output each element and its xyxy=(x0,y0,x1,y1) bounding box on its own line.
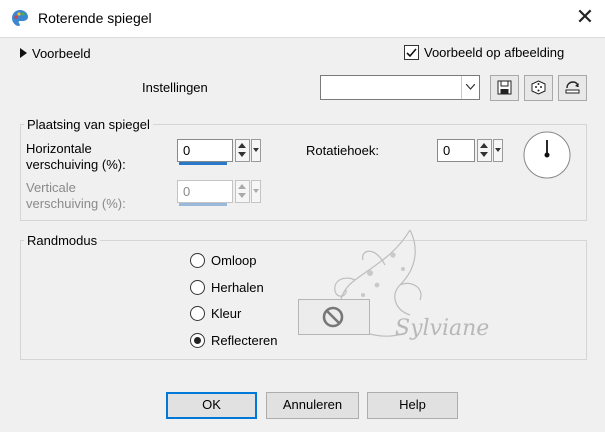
arrow-up-icon xyxy=(238,184,246,189)
paint-palette-icon xyxy=(12,10,28,26)
arrow-down-icon[interactable] xyxy=(238,152,246,157)
edge-option-reflect[interactable]: Reflecteren xyxy=(190,332,300,350)
edge-option-wrap[interactable]: Omloop xyxy=(190,252,300,270)
signature-watermark: Sylviane xyxy=(334,229,489,341)
radio-reflect[interactable] xyxy=(190,333,205,348)
checkbox-box[interactable] xyxy=(404,45,419,60)
horizontal-offset-label-line1: Horizontale xyxy=(26,141,92,156)
radio-wrap-label: Omloop xyxy=(211,253,257,268)
save-preset-icon xyxy=(497,80,512,95)
radio-wrap[interactable] xyxy=(190,253,205,268)
ok-button[interactable]: OK xyxy=(166,392,257,419)
preview-label: Voorbeeld xyxy=(32,46,91,61)
vertical-offset-label-line2: verschuiving (%): xyxy=(26,196,126,211)
vertical-offset-input: 0 xyxy=(177,180,233,203)
arrow-up-icon[interactable] xyxy=(238,143,246,148)
vertical-offset-control: 0 xyxy=(177,180,267,206)
radio-reflect-label: Reflecteren xyxy=(211,333,278,348)
vertical-offset-value: 0 xyxy=(183,184,191,199)
cancel-button[interactable]: Annuleren xyxy=(266,392,359,419)
arrow-up-icon[interactable] xyxy=(480,143,488,148)
horizontal-offset-input[interactable]: 0 xyxy=(177,139,233,162)
reset-button[interactable] xyxy=(558,75,587,101)
rotation-angle-stepper[interactable] xyxy=(477,139,492,162)
radio-repeat-label: Herhalen xyxy=(211,280,264,295)
chevron-down-icon[interactable] xyxy=(461,76,479,99)
randomize-dice-icon xyxy=(531,80,546,95)
vertical-offset-label-line1: Verticale xyxy=(26,180,76,195)
reset-icon xyxy=(565,81,580,94)
edge-option-color[interactable]: Kleur xyxy=(190,305,290,323)
caret-down-icon xyxy=(495,148,501,152)
rotation-dial[interactable] xyxy=(522,130,572,180)
no-color-icon xyxy=(322,306,344,328)
horizontal-offset-stepper[interactable] xyxy=(235,139,250,162)
edge-option-repeat[interactable]: Herhalen xyxy=(190,279,300,297)
radio-color[interactable] xyxy=(190,306,205,321)
edge-mode-group-title: Randmodus xyxy=(24,233,101,248)
rotation-angle-input[interactable]: 0 xyxy=(437,139,475,162)
settings-label: Instellingen xyxy=(142,80,208,95)
caret-down-icon xyxy=(253,189,259,193)
vertical-offset-dropdown xyxy=(251,180,261,203)
show-on-image-label: Voorbeeld op afbeelding xyxy=(424,45,565,60)
randomize-button[interactable] xyxy=(524,75,553,101)
horizontal-offset-value: 0 xyxy=(183,143,191,158)
caret-down-icon xyxy=(253,148,259,152)
placement-group-title: Plaatsing van spiegel xyxy=(24,117,153,132)
horizontal-offset-slider[interactable] xyxy=(179,162,227,165)
title-bar: Roterende spiegel ✕ xyxy=(0,0,605,38)
show-on-image-checkbox[interactable]: Voorbeeld op afbeelding xyxy=(404,44,594,62)
signature-text: Sylviane xyxy=(395,316,489,341)
preview-toggle[interactable]: Voorbeeld xyxy=(20,45,120,63)
rotation-angle-label: Rotatiehoek: xyxy=(306,143,379,158)
check-icon xyxy=(406,48,417,58)
horizontal-offset-label-line2: verschuiving (%): xyxy=(26,157,126,172)
rotation-angle-control: 0 xyxy=(437,139,507,162)
rotation-angle-value: 0 xyxy=(443,143,451,158)
preset-select[interactable] xyxy=(320,75,480,100)
save-preset-button[interactable] xyxy=(490,75,519,101)
triangle-right-icon xyxy=(20,48,27,58)
help-button[interactable]: Help xyxy=(367,392,458,419)
dialog-title: Roterende spiegel xyxy=(38,10,152,26)
rotation-angle-dropdown[interactable] xyxy=(493,139,503,162)
radio-color-label: Kleur xyxy=(211,306,242,321)
color-swatch[interactable] xyxy=(298,299,370,335)
close-button[interactable]: ✕ xyxy=(572,4,598,30)
radio-repeat[interactable] xyxy=(190,280,205,295)
horizontal-offset-dropdown[interactable] xyxy=(251,139,261,162)
vertical-offset-slider xyxy=(179,203,227,206)
arrow-down-icon[interactable] xyxy=(480,152,488,157)
arrow-down-icon xyxy=(238,193,246,198)
horizontal-offset-control: 0 xyxy=(177,139,267,165)
vertical-offset-stepper xyxy=(235,180,250,203)
